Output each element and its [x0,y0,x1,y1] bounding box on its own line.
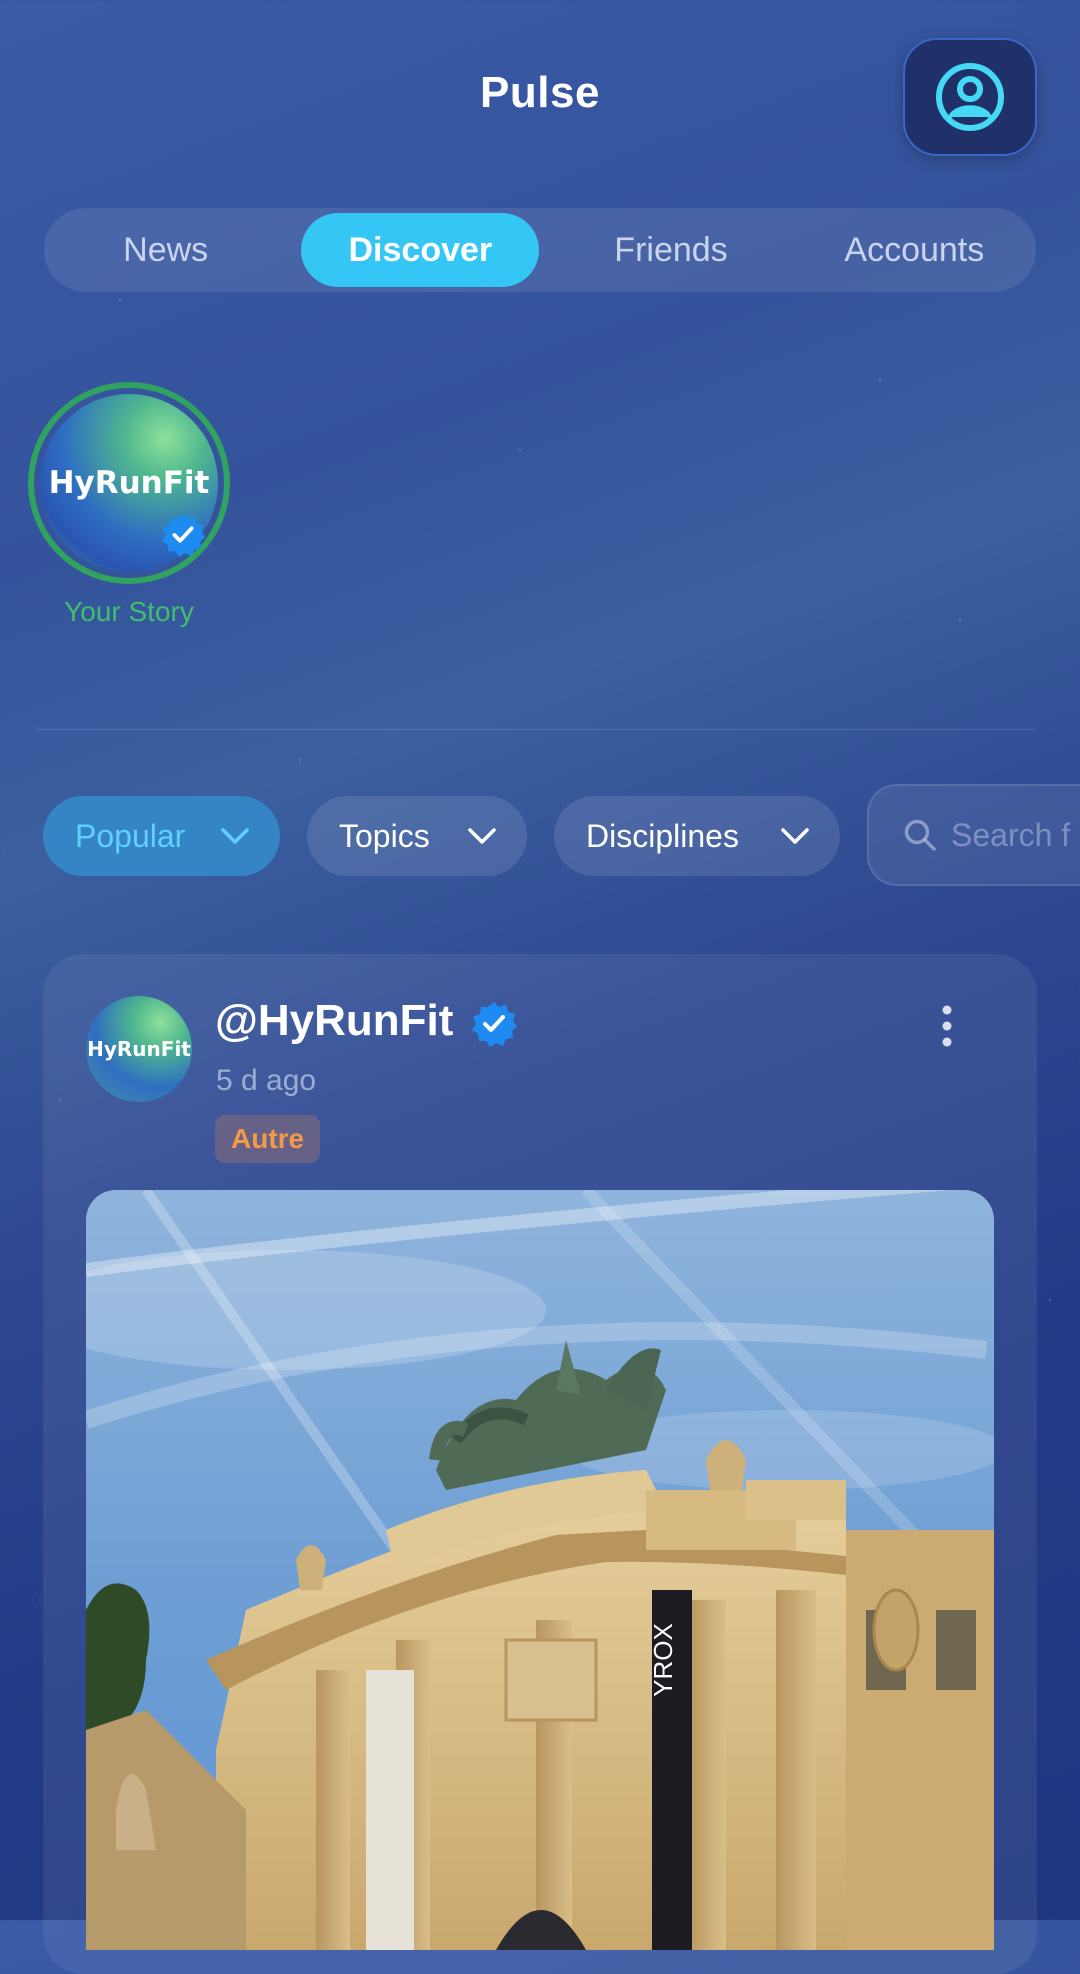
verified-badge-icon [161,513,206,558]
category-tag: Autre [215,1115,321,1163]
post-image[interactable]: YROX [86,1190,994,1950]
chevron-down-icon [221,828,249,844]
post-handle[interactable]: @HyRunFit [215,996,453,1046]
tab-friends[interactable]: Friends [555,213,786,287]
story-label: Your Story [64,596,194,627]
post-timestamp: 5 d ago [216,1064,317,1097]
photo-banner-text-right: YROX [648,1623,678,1697]
tab-accounts[interactable]: Accounts [799,213,1030,287]
chevron-down-icon [781,828,809,844]
topics-filter-label: Topics [339,817,430,854]
post-avatar[interactable]: HyRunFit [86,996,192,1102]
search-input[interactable]: Search f [867,784,1080,886]
more-options-icon[interactable] [932,1002,962,1050]
post-photo-graphic: YROX [86,1190,994,1950]
search-placeholder: Search f [951,816,1071,853]
search-icon [904,819,936,851]
popular-filter[interactable]: Popular [43,796,280,876]
topics-filter[interactable]: Topics [307,796,527,876]
profile-button[interactable] [903,38,1037,156]
user-icon [936,63,1004,131]
tab-discover[interactable]: Discover [301,213,540,287]
your-story[interactable]: HyRunFit Your Story [28,382,230,628]
tab-news[interactable]: News [50,213,281,287]
disciplines-filter[interactable]: Disciplines [554,796,840,876]
feed-tabs: News Discover Friends Accounts [44,208,1036,292]
chevron-down-icon [468,828,496,844]
story-ring: HyRunFit [28,382,230,584]
disciplines-filter-label: Disciplines [586,817,739,854]
divider [36,729,1036,730]
verified-badge-icon [472,1002,517,1047]
popular-filter-label: Popular [75,817,186,854]
